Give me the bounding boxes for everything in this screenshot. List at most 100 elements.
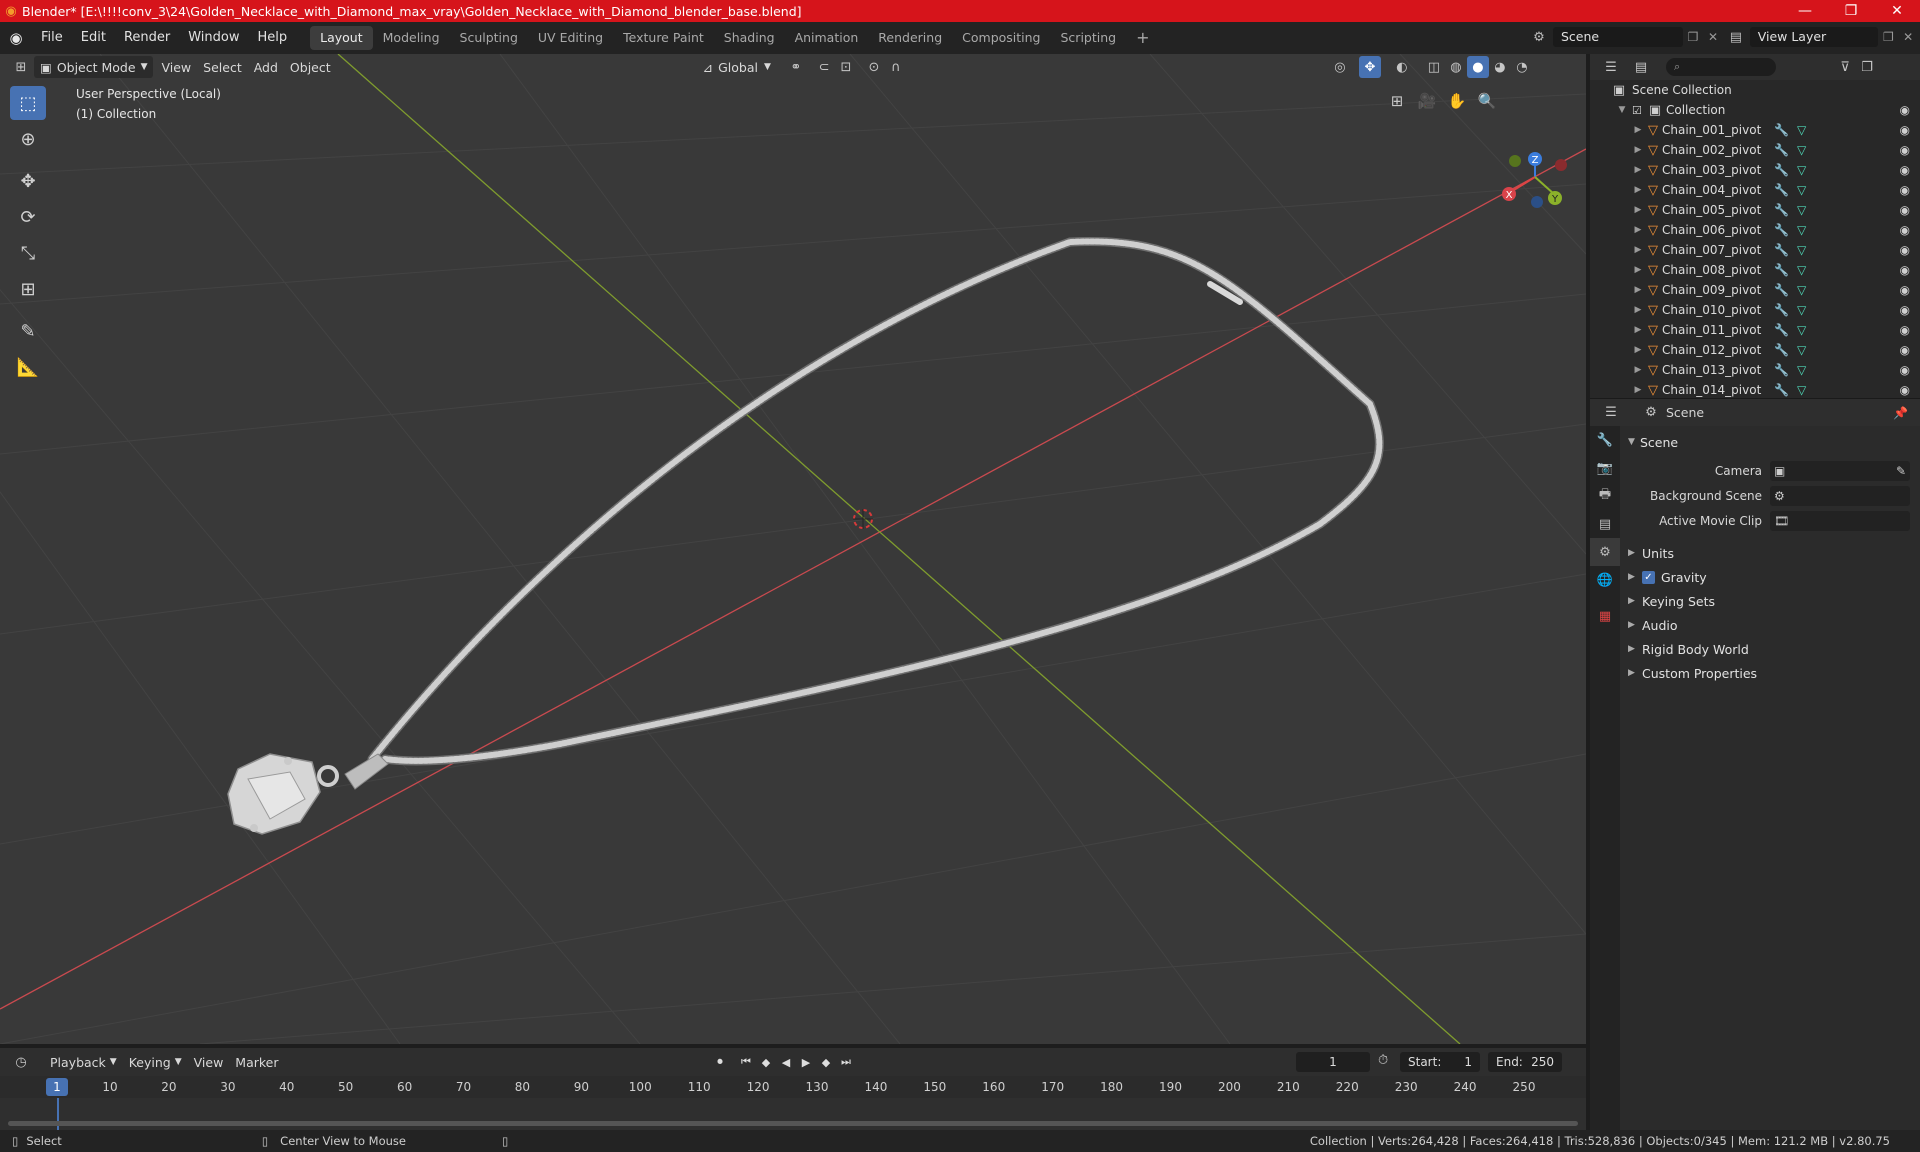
expand-triangle-icon[interactable]: ▶ [1632,165,1644,175]
tab-rendering[interactable]: Rendering [868,26,952,50]
camera-field[interactable]: ▣ ✎ [1770,460,1910,481]
orientation-gizmo[interactable]: Z X Y [1502,152,1567,208]
snap-icon[interactable]: ⊂ [813,56,835,78]
properties-editor-type-icon[interactable]: ☰ [1600,402,1622,424]
texture-tab-icon[interactable]: ▦ [1590,602,1620,630]
timeline-view-menu[interactable]: View [188,1051,230,1073]
mesh-data-icon[interactable]: ▽ [1797,243,1806,257]
expand-triangle-icon[interactable]: ▶ [1632,265,1644,275]
add-workspace-icon[interactable]: + [1126,26,1159,50]
scene-panel-header[interactable]: ▼ Scene [1620,430,1920,454]
expand-triangle-icon[interactable]: ▶ [1632,325,1644,335]
expand-triangle-icon[interactable]: ▶ [1632,225,1644,235]
annotate-tool-icon[interactable]: ✎ [10,314,46,348]
outliner-item[interactable]: ▶ ▽ Chain_009_pivot 🔧 ▽ ◉ [1590,280,1920,300]
eye-icon[interactable]: ◉ [1900,163,1910,177]
outliner-item[interactable]: ▶ ▽ Chain_010_pivot 🔧 ▽ ◉ [1590,300,1920,320]
toggle-ortho-icon[interactable]: ⊞ [1382,86,1412,116]
play-reverse-icon[interactable]: ◀ [776,1052,796,1072]
collapse-triangle-icon[interactable]: ▼ [1616,105,1628,115]
expand-triangle-icon[interactable]: ▶ [1632,365,1644,375]
scene-name-field[interactable]: Scene [1553,27,1683,47]
output-tab-icon[interactable]: 🖶 [1590,482,1620,510]
menu-window[interactable]: Window [179,22,248,54]
gizmo-toggle-icon[interactable]: ✥ [1358,56,1381,78]
modifier-wrench-icon[interactable]: 🔧 [1774,183,1789,197]
camera-view-icon[interactable]: 🎥 [1412,86,1442,116]
world-tab-icon[interactable]: 🌐 [1590,566,1620,594]
material-shading-icon[interactable]: ◕ [1489,56,1511,78]
modifier-wrench-icon[interactable]: 🔧 [1774,383,1789,397]
transform-tool-icon[interactable]: ⊞ [10,272,46,306]
new-scene-icon[interactable]: ❐ [1683,30,1703,44]
3d-cursor-icon[interactable] [853,509,873,529]
frame-cursor[interactable]: 1 [46,1078,68,1096]
eye-icon[interactable]: ◉ [1900,303,1910,317]
modifier-wrench-icon[interactable]: 🔧 [1774,283,1789,297]
mesh-data-icon[interactable]: ▽ [1797,223,1806,237]
editor-type-icon[interactable]: ⊞ [10,56,32,78]
tab-uv-editing[interactable]: UV Editing [528,26,613,50]
modifier-wrench-icon[interactable]: 🔧 [1774,343,1789,357]
outliner-scene-collection[interactable]: ▣ Scene Collection [1590,80,1920,100]
visibility-icon[interactable]: ◎ [1329,56,1351,78]
new-collection-icon[interactable]: ❐ [1856,56,1878,78]
keying-menu[interactable]: Keying ▼ [123,1051,188,1073]
timeline-ruler[interactable]: 1 10 20 30 40 50 60 70 80 90 100 110 120 130 140 150 16… [0,1076,1586,1098]
orientation-dropdown[interactable]: ⊿ Global ▼ [697,56,777,78]
modifier-wrench-icon[interactable]: 🔧 [1774,303,1789,317]
cursor-tool-icon[interactable]: ⊕ [10,122,46,156]
modifier-wrench-icon[interactable]: 🔧 [1774,123,1789,137]
rotate-tool-icon[interactable]: ⟳ [10,200,46,234]
rendered-shading-icon[interactable]: ◔ [1511,56,1533,78]
eye-icon[interactable]: ◉ [1900,183,1910,197]
eye-icon[interactable]: ◉ [1900,383,1910,397]
tab-modeling[interactable]: Modeling [373,26,450,50]
outliner-item[interactable]: ▶ ▽ Chain_007_pivot 🔧 ▽ ◉ [1590,240,1920,260]
expand-triangle-icon[interactable]: ▶ [1632,285,1644,295]
units-panel-header[interactable]: ▶ Units [1620,541,1920,565]
view-layer-icon[interactable]: ▤ [1722,30,1750,45]
mesh-data-icon[interactable]: ▽ [1797,343,1806,357]
mesh-data-icon[interactable]: ▽ [1797,303,1806,317]
minimize-button[interactable]: — [1782,0,1828,22]
mesh-data-icon[interactable]: ▽ [1797,323,1806,337]
mesh-data-icon[interactable]: ▽ [1797,383,1806,397]
gravity-checkbox[interactable]: ✓ [1642,570,1655,584]
tab-texture-paint[interactable]: Texture Paint [613,26,714,50]
expand-triangle-icon[interactable]: ▶ [1632,385,1644,395]
menu-add[interactable]: Add [248,56,284,78]
eye-icon[interactable]: ◉ [1900,243,1910,257]
remove-scene-icon[interactable]: ✕ [1703,30,1723,44]
play-icon[interactable]: ▶ [796,1052,816,1072]
modifier-wrench-icon[interactable]: 🔧 [1774,243,1789,257]
menu-edit[interactable]: Edit [72,22,115,54]
rigid-body-world-panel-header[interactable]: ▶ Rigid Body World [1620,637,1920,661]
tab-shading[interactable]: Shading [714,26,785,50]
start-frame-field[interactable]: Start: 1 [1400,1052,1480,1072]
measure-tool-icon[interactable]: 📐 [10,350,46,384]
overlay-toggle-icon[interactable]: ◐ [1391,56,1413,78]
tab-scripting[interactable]: Scripting [1051,26,1127,50]
scale-tool-icon[interactable]: ⤡ [10,236,46,270]
eye-icon[interactable]: ◉ [1900,363,1910,377]
pan-view-icon[interactable]: ✋ [1442,86,1472,116]
close-button[interactable]: ✕ [1874,0,1920,22]
mesh-data-icon[interactable]: ▽ [1797,203,1806,217]
eye-icon[interactable]: ◉ [1900,263,1910,277]
keying-sets-panel-header[interactable]: ▶ Keying Sets [1620,589,1920,613]
menu-select[interactable]: Select [197,56,248,78]
prev-keyframe-icon[interactable]: ◆ [756,1052,776,1072]
tool-tab-icon[interactable]: 🔧 [1590,426,1620,454]
tab-compositing[interactable]: Compositing [952,26,1050,50]
expand-triangle-icon[interactable]: ▶ [1632,125,1644,135]
outliner-collection[interactable]: ▼ ☑ ▣ Collection ◉ [1590,100,1920,120]
active-movie-clip-field[interactable]: 🎞 [1770,510,1910,531]
eye-icon[interactable]: ◉ [1900,143,1910,157]
outliner-item[interactable]: ▶ ▽ Chain_013_pivot 🔧 ▽ ◉ [1590,360,1920,380]
scene-tab-icon[interactable]: ⚙ [1590,538,1620,566]
mesh-data-icon[interactable]: ▽ [1797,363,1806,377]
outliner-item[interactable]: ▶ ▽ Chain_011_pivot 🔧 ▽ ◉ [1590,320,1920,340]
tab-animation[interactable]: Animation [785,26,869,50]
filter-icon[interactable]: ⊽ [1834,56,1856,78]
